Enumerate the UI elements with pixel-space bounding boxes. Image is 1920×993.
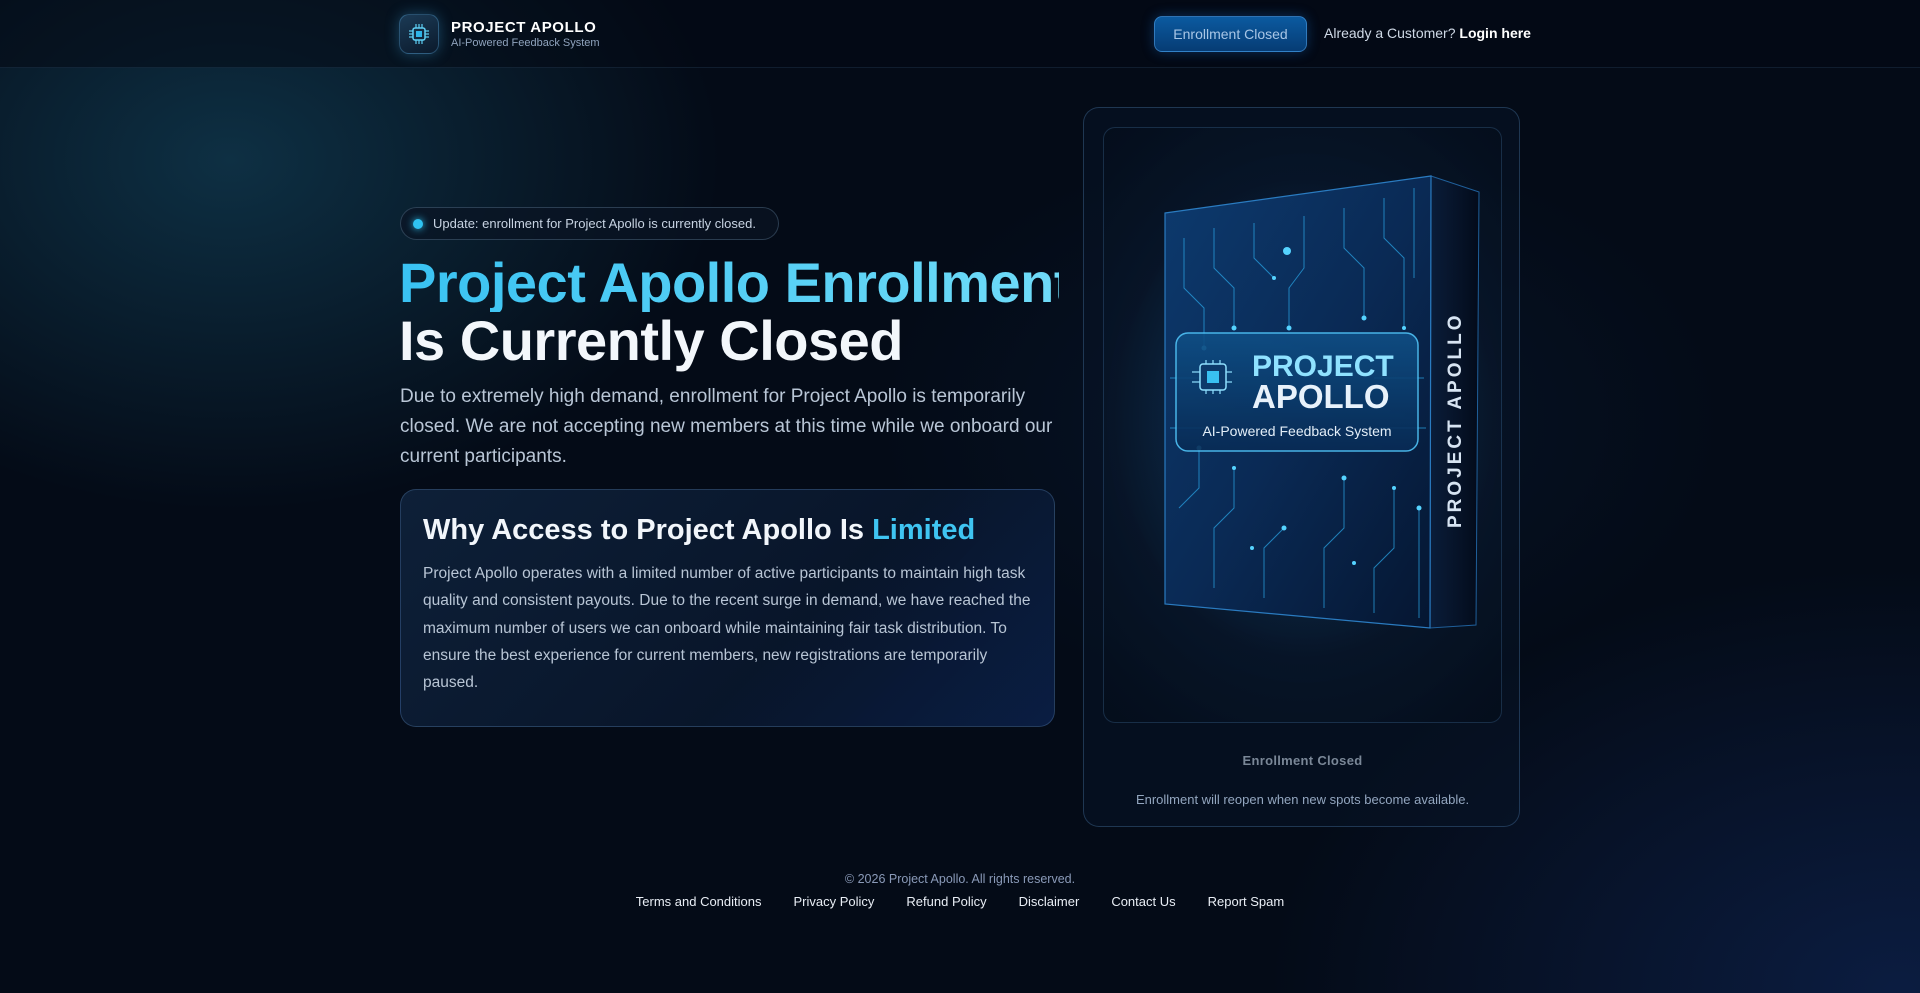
chip-icon [399,14,439,54]
page-title-line1: Project Apollo Enrollment [399,251,1073,314]
why-title-prefix: Why Access to Project Apollo Is [423,514,865,546]
login-prompt: Already a Customer? Login here [1324,25,1531,41]
footer-link-refund[interactable]: Refund Policy [906,894,986,909]
footer-copyright: © 2026 Project Apollo. All rights reserv… [844,872,1076,886]
footer-link-contact[interactable]: Contact Us [1111,894,1175,909]
footer-link-terms[interactable]: Terms and Conditions [636,894,762,909]
update-badge-text: Update: enrollment for Project Apollo is… [433,216,756,231]
product-image-frame: PROJECT APOLLO AI-Powered Feedback Syste… [1103,127,1502,723]
product-card: PROJECT APOLLO AI-Powered Feedback Syste… [1083,107,1520,827]
why-title-accent: Limited [872,514,976,546]
page-title: Project Apollo Enrollment Is Currently C… [399,251,1073,372]
brand-text: PROJECT APOLLO AI-Powered Feedback Syste… [451,19,600,50]
product-box-image: PROJECT APOLLO AI-Powered Feedback Syste… [1114,175,1494,658]
box-subtitle: AI-Powered Feedback System [1202,423,1391,439]
product-status: Enrollment Closed [1242,753,1363,768]
site-header: PROJECT APOLLO AI-Powered Feedback Syste… [0,0,1920,68]
brand[interactable]: PROJECT APOLLO AI-Powered Feedback Syste… [399,14,600,54]
footer-link-disclaimer[interactable]: Disclaimer [1019,894,1080,909]
why-limited-card: Why Access to Project Apollo Is Limited … [400,489,1055,727]
why-limited-title: Why Access to Project Apollo Is Limited [423,512,1032,548]
status-dot-icon [413,218,423,229]
hero-description: Due to extremely high demand, enrollment… [400,386,1053,467]
footer-links: Terms and Conditions Privacy Policy Refu… [0,894,1920,909]
brand-name: PROJECT APOLLO [451,18,597,36]
login-prompt-text: Already a Customer? [1324,25,1456,41]
brand-tagline: AI-Powered Feedback System [451,36,600,49]
box-side-text: PROJECT APOLLO [1445,313,1466,528]
enrollment-closed-button[interactable]: Enrollment Closed [1154,16,1307,52]
footer-link-report-spam[interactable]: Report Spam [1208,894,1285,909]
update-badge: Update: enrollment for Project Apollo is… [400,207,779,240]
why-limited-body: Project Apollo operates with a limited n… [423,565,1031,692]
page-title-line2: Is Currently Closed [399,309,903,372]
footer-link-privacy[interactable]: Privacy Policy [794,894,875,909]
product-note: Enrollment will reopen when new spots be… [1135,792,1470,807]
box-title-line2: APOLLO [1252,378,1390,415]
login-link[interactable]: Login here [1459,25,1531,41]
